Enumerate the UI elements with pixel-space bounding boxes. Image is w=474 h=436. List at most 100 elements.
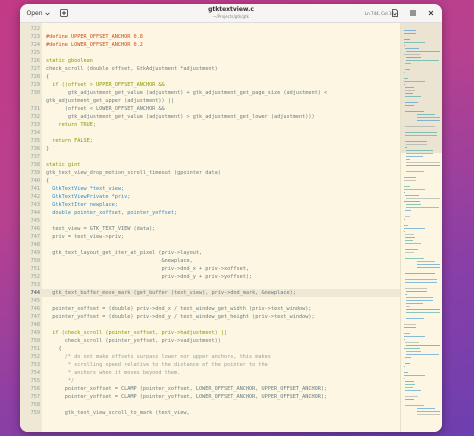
code-line[interactable]: 725 [20,49,400,57]
code-line[interactable]: 729 if ((offset > UPPER_OFFSET_ANCHOR && [20,81,400,89]
minimap-line [416,114,435,115]
code-line[interactable]: 727 check_scroll (double offset, GtkAdjus… [20,65,400,73]
code-line[interactable]: 747 pointer_yoffset = (double) priv->dnd… [20,313,400,321]
code-line[interactable]: 751 { [20,345,400,353]
code-line[interactable]: 736} [20,145,400,153]
line-text: priv->dnd_y + priv->yoffset); [46,274,253,280]
code-line[interactable]: 744 gtk_text_buffer_move_mark (get_buffe… [20,289,400,297]
code-line[interactable]: 741 GtkTextView *text_view; [20,185,400,193]
source-map-minimap[interactable] [400,23,442,432]
minimap-line [404,42,425,43]
line-number: 756 [30,386,40,392]
minimap-line [404,405,424,406]
code-line[interactable]: 742 GtkTextViewPrivate *priv; [20,193,400,201]
line-text: return TRUE; [46,122,96,128]
code-line[interactable]: 745 [20,297,400,305]
code-line[interactable]: 728 { [20,73,400,81]
minimap-line [404,342,420,343]
code-line[interactable]: 752 priv->dnd_y + priv->yoffset); [20,273,400,281]
new-tab-icon [60,9,68,17]
minimap-line [405,147,408,148]
line-number: 747 [30,314,40,320]
code-line[interactable]: 735 return FALSE; [20,137,400,145]
minimap-line [404,333,410,334]
code-line[interactable]: 731 (offset < LOWER_OFFSET_ANCHOR && [20,105,400,113]
minimap-line [404,111,424,112]
code-line[interactable]: 734 [20,129,400,137]
code-line[interactable]: 740 { [20,177,400,185]
line-number: 727 [30,66,40,72]
code-line[interactable]: 724 #define LOWER_OFFSET_ANCHOR 0.2 [20,41,400,49]
minimap-line [404,180,416,181]
code-line[interactable]: 743 GtkTextIter newplace; [20,201,400,209]
main-menu-button[interactable] [407,7,419,19]
code-line[interactable]: 730 gtk_adjustment_get_value (adjustment… [20,89,400,97]
code-line[interactable]: 746 text_view = GTK_TEXT_VIEW (data); [20,225,400,233]
line-text: gtk_text_view_scroll_to_mark (text_view, [46,410,190,416]
source-view[interactable]: 722 723 #define UPPER_OFFSET_ANCHOR 0.8 724… [20,23,400,432]
code-line[interactable]: 739 gtk_text_view_drop_motion_scroll_time… [20,169,400,177]
new-tab-button[interactable] [58,7,70,19]
line-number: 749 [30,250,40,256]
minimap-line [404,234,415,235]
line-text: gtk_text_layout_get_iter_at_pixel (priv-… [46,250,203,256]
code-line[interactable]: 749 gtk_text_layout_get_iter_at_pixel (p… [20,249,400,257]
code-line[interactable]: 738 static gint [20,161,400,169]
line-number: 744 [30,290,40,296]
code-line[interactable]: 750 &newplace, [20,257,400,265]
code-line[interactable]: 750 check_scroll (pointer_yoffset, priv-… [20,337,400,345]
line-text: { [46,74,50,80]
line-number: 735 [30,138,40,144]
minimap-line [404,252,415,253]
minimap-line [404,396,418,397]
line-text: pointer_yoffset = (double) priv->dnd_y /… [46,314,315,320]
code-line[interactable]: 759 gtk_text_view_scroll_to_mark (text_v… [20,409,400,417]
line-text: { [46,346,62,352]
code-line[interactable]: 754 * anchors when it moves beyond them. [20,369,400,377]
code-line[interactable]: 753 [20,281,400,289]
line-text: #define UPPER_OFFSET_ANCHOR 0.8 [46,34,143,40]
code-line[interactable]: 748 [20,241,400,249]
code-line[interactable]: 755 */ [20,377,400,385]
code-line[interactable]: 757 pointer_yoffset = CLAMP (pointer_yof… [20,393,400,401]
code-line[interactable]: 749 if (check_scroll (pointer_xoffset, p… [20,329,400,337]
code-line[interactable]: 758 [20,401,400,409]
code-line[interactable]: 752 /* do not make offsets surpass lower… [20,353,400,361]
code-line[interactable]: 745 [20,217,400,225]
code-line[interactable]: 756 pointer_xoffset = CLAMP (pointer_xof… [20,385,400,393]
minimap-line [404,249,418,250]
minimap-line [404,375,426,376]
code-line[interactable]: 733 return TRUE; [20,121,400,129]
code-line[interactable]: 723 #define UPPER_OFFSET_ANCHOR 0.8 [20,33,400,41]
minimap-line [406,306,410,307]
code-line[interactable]: 737 [20,153,400,161]
line-number: 741 [30,186,40,192]
code-line[interactable]: 748 [20,321,400,329]
code-line[interactable]: 751 priv->dnd_x + priv->xoffset, [20,265,400,273]
minimap-line [406,354,440,355]
code-line[interactable]: 746 pointer_xoffset = (double) priv->dnd… [20,305,400,313]
line-text: gtk_adjustment_get_upper (adjustment)) |… [46,98,175,104]
line-number: 729 [30,82,40,88]
minimap-line [404,237,415,238]
code-line[interactable]: gtk_adjustment_get_upper (adjustment)) |… [20,97,400,105]
code-line[interactable]: 744 double pointer_xoffset, pointer_yoff… [20,209,400,217]
line-number: 742 [30,194,40,200]
minimap-line [405,357,412,358]
minimap-line [404,372,409,373]
close-button[interactable] [425,7,437,19]
code-line[interactable]: 732 gtk_adjustment_get_value (adjustment… [20,113,400,121]
code-line[interactable]: 722 [20,25,400,33]
open-button[interactable]: Open [25,7,51,19]
document-properties-button[interactable] [389,7,401,19]
code-line[interactable]: 726 static gboolean [20,57,400,65]
minimap-line [404,186,410,187]
minimap-line [404,96,421,97]
code-line[interactable]: 747 priv = text_view->priv; [20,233,400,241]
line-text: #define LOWER_OFFSET_ANCHOR 0.2 [46,42,143,48]
code-line[interactable]: 753 * scrolling speed relative to the di… [20,361,400,369]
window-title-area: gtktextview.c ~/Projects/gtk/gtk [170,6,292,19]
minimap-line [416,267,440,268]
minimap-line [405,210,412,211]
open-label: Open [26,9,43,17]
